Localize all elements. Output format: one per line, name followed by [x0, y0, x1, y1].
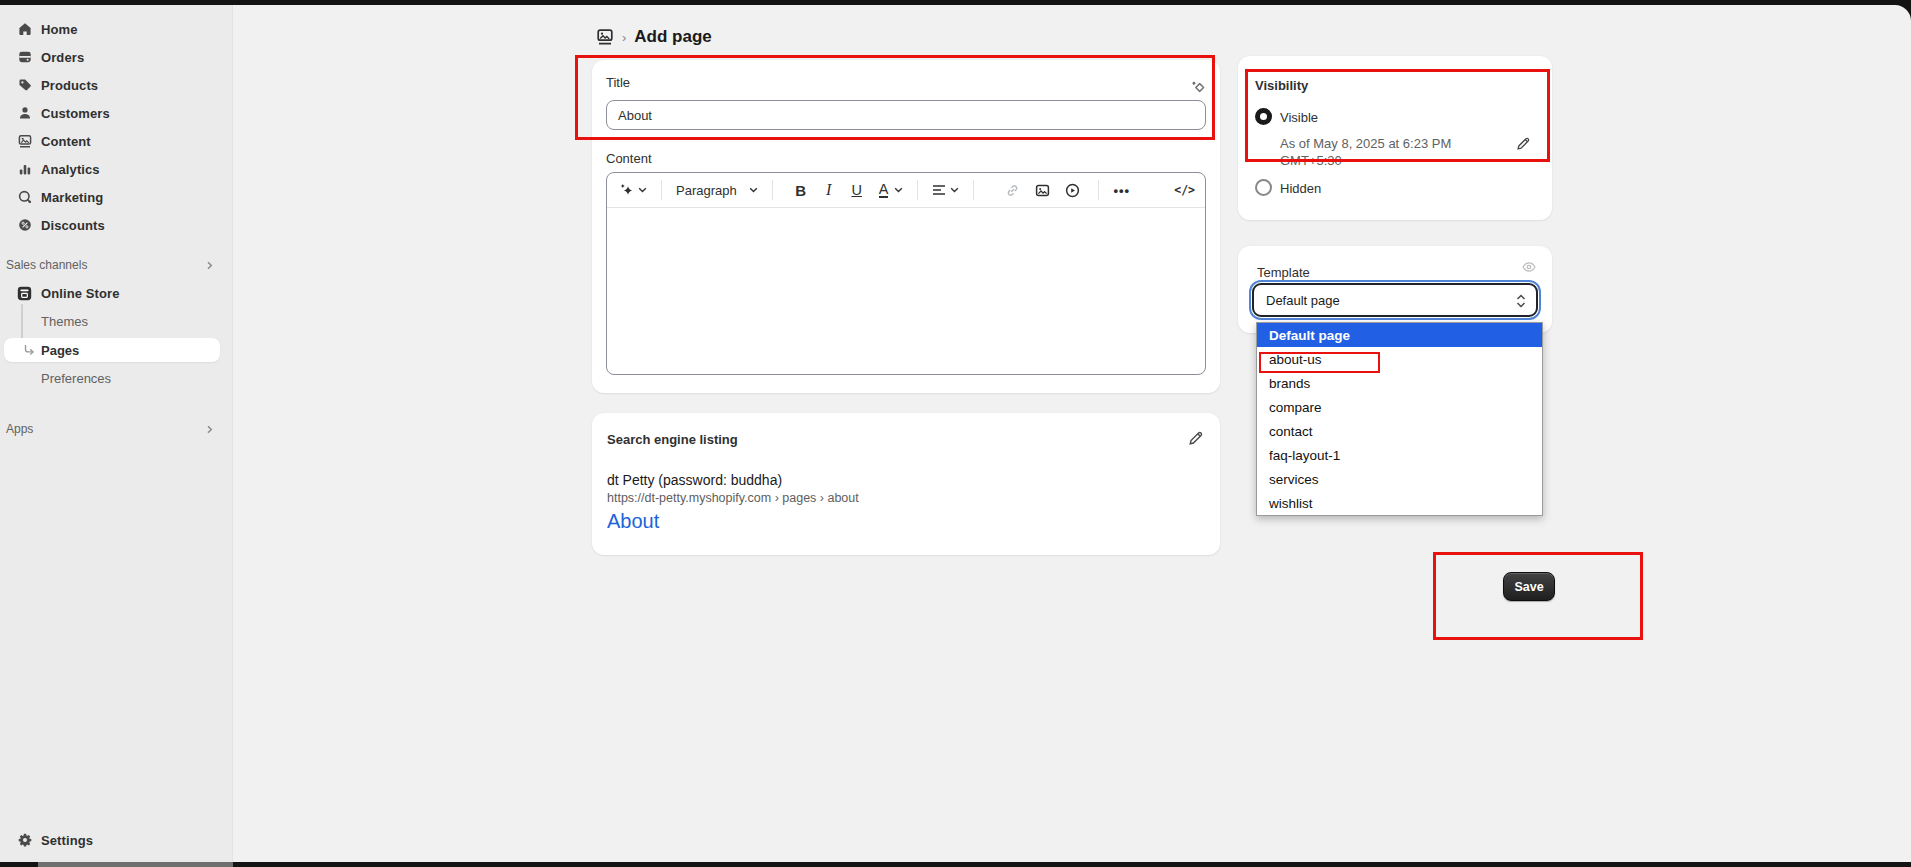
orders-icon	[17, 50, 32, 65]
more-options-button[interactable]: •••	[1113, 178, 1130, 202]
editor-body[interactable]	[607, 208, 1205, 375]
dropdown-option-contact[interactable]: contact	[1257, 419, 1542, 443]
dropdown-option-faq-layout-1[interactable]: faq-layout-1	[1257, 443, 1542, 467]
sidebar-item-discounts[interactable]: Discounts	[0, 211, 233, 239]
edit-pencil-icon[interactable]	[1188, 430, 1204, 446]
content-label: Content	[606, 151, 652, 166]
insert-video-icon[interactable]	[1060, 178, 1084, 202]
sidebar-item-label: Settings	[41, 833, 93, 848]
sidebar-item-label: Marketing	[41, 190, 103, 205]
toolbar-divider	[917, 180, 918, 200]
dropdown-option-brands[interactable]: brands	[1257, 371, 1542, 395]
underline-button[interactable]: U	[843, 178, 871, 202]
template-card: Template Default page	[1238, 246, 1552, 333]
dropdown-option-services[interactable]: services	[1257, 467, 1542, 491]
paragraph-style-dropdown[interactable]: Paragraph	[676, 178, 758, 202]
toolbar-divider	[772, 180, 773, 200]
template-select[interactable]: Default page	[1252, 283, 1538, 317]
template-select-value: Default page	[1266, 293, 1340, 308]
editor-toolbar: Paragraph B I U A	[607, 173, 1205, 208]
toolbar-divider	[1098, 180, 1099, 200]
dropdown-option-default-page[interactable]: Default page	[1257, 323, 1542, 347]
breadcrumb: › Add page	[597, 27, 712, 47]
sidebar-item-pages[interactable]: Pages	[4, 338, 220, 362]
annotation-box-save	[1433, 552, 1643, 640]
settings-gear-icon	[17, 833, 32, 848]
seo-heading: Search engine listing	[607, 432, 738, 447]
page-title: Add page	[634, 27, 711, 47]
toolbar-divider	[973, 180, 974, 200]
sales-channels-header[interactable]: Sales channels	[6, 255, 87, 275]
pages-breadcrumb-icon[interactable]	[597, 29, 613, 46]
seo-page-title-link[interactable]: About	[607, 510, 659, 533]
sidebar-item-content[interactable]: Content	[0, 127, 233, 155]
insert-image-icon[interactable]	[1030, 178, 1054, 202]
sidebar-item-label: Content	[41, 134, 91, 149]
sidebar-item-preferences[interactable]: Preferences	[41, 367, 111, 389]
app-surface: Home Orders Products Customers Content	[0, 5, 1911, 862]
sidebar-item-analytics[interactable]: Analytics	[0, 155, 233, 183]
sidebar-item-label: Analytics	[41, 162, 100, 177]
arrow-branch-icon	[24, 345, 35, 356]
chevron-right-icon[interactable]	[205, 255, 215, 275]
text-color-button[interactable]: A	[879, 178, 904, 202]
annotation-box-about-us	[1259, 352, 1380, 373]
bold-button[interactable]: B	[787, 178, 815, 202]
seo-card: Search engine listing dt Petty (password…	[592, 413, 1220, 555]
annotation-box-visibility	[1245, 69, 1550, 162]
sidebar-item-label: Orders	[41, 50, 84, 65]
customers-icon	[17, 106, 32, 121]
alignment-button[interactable]	[932, 178, 959, 202]
sidebar-item-themes[interactable]: Themes	[41, 310, 88, 332]
sidebar-item-products[interactable]: Products	[0, 71, 233, 99]
seo-url: https://dt-petty.myshopify.com › pages ›…	[607, 491, 859, 505]
sidebar-item-marketing[interactable]: Marketing	[0, 183, 233, 211]
apps-header[interactable]: Apps	[6, 419, 33, 439]
italic-button[interactable]: I	[815, 178, 843, 202]
online-store-icon	[17, 286, 32, 301]
sidebar: Home Orders Products Customers Content	[0, 5, 233, 862]
sidebar-item-orders[interactable]: Orders	[0, 43, 233, 71]
sidebar-item-label: Customers	[41, 106, 110, 121]
content-editor[interactable]: Paragraph B I U A	[606, 172, 1206, 375]
sidebar-item-label: Discounts	[41, 218, 105, 233]
sidebar-item-label: Online Store	[41, 286, 120, 301]
horizontal-scrollbar-thumb[interactable]	[38, 862, 233, 867]
breadcrumb-chevron: ›	[622, 30, 626, 45]
discounts-icon	[17, 218, 32, 233]
view-eye-icon[interactable]	[1522, 262, 1536, 272]
annotation-box-title	[575, 55, 1215, 140]
sidebar-item-label: Home	[41, 22, 78, 37]
analytics-icon	[17, 162, 32, 177]
hidden-radio[interactable]	[1255, 179, 1272, 196]
select-updown-icon	[1516, 293, 1526, 309]
sidebar-item-home[interactable]: Home	[0, 15, 233, 43]
sidebar-item-label: Products	[41, 78, 98, 93]
code-view-button[interactable]: </>	[1174, 178, 1195, 202]
products-icon	[17, 78, 32, 93]
marketing-icon	[17, 190, 32, 205]
toolbar-divider	[661, 180, 662, 200]
template-heading: Template	[1257, 265, 1310, 280]
ai-sparkle-icon[interactable]	[619, 178, 647, 202]
dropdown-option-wishlist[interactable]: wishlist	[1257, 491, 1542, 515]
chevron-right-icon[interactable]	[205, 419, 215, 439]
content-icon	[17, 134, 32, 149]
home-icon	[17, 22, 32, 37]
sidebar-item-settings[interactable]: Settings	[0, 826, 233, 854]
seo-site-name: dt Petty (password: buddha)	[607, 472, 782, 488]
sidebar-item-online-store[interactable]: Online Store	[0, 279, 233, 307]
link-icon[interactable]	[1000, 178, 1024, 202]
sidebar-item-label: Pages	[41, 343, 79, 358]
dropdown-option-compare[interactable]: compare	[1257, 395, 1542, 419]
sidebar-item-customers[interactable]: Customers	[0, 99, 233, 127]
hidden-label: Hidden	[1280, 181, 1321, 196]
